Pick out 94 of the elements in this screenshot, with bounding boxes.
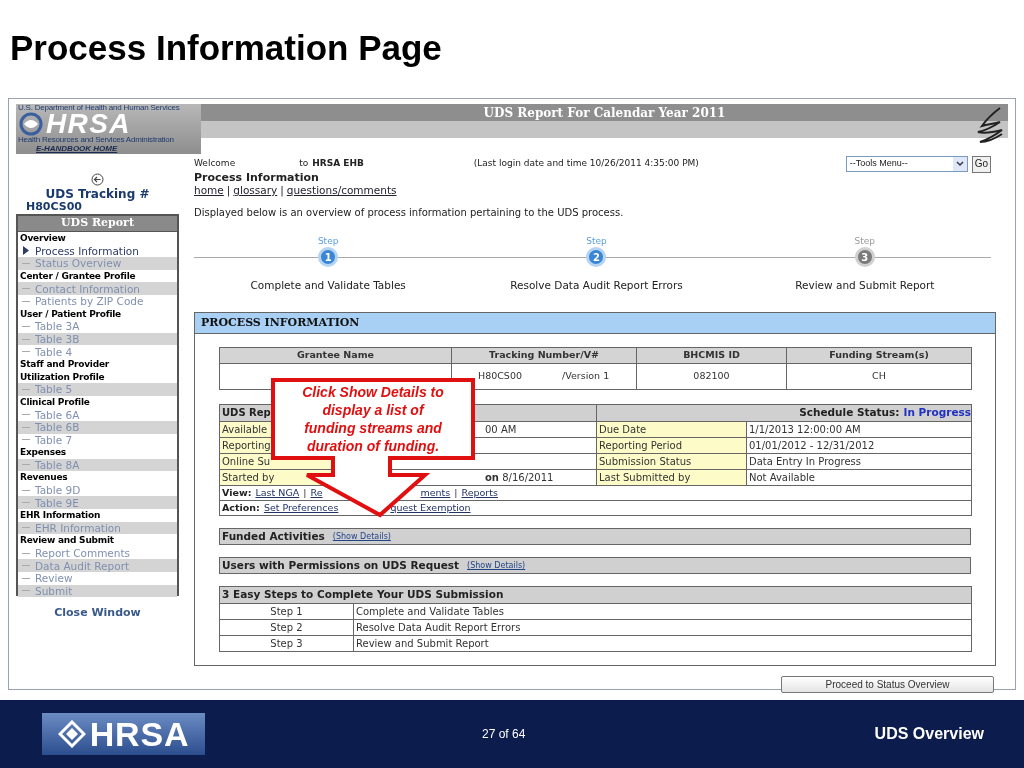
- table-cell: Not Available: [746, 469, 972, 486]
- table-cell: Step 3: [219, 635, 354, 652]
- tools-menu-select[interactable]: --Tools Menu--: [845, 156, 968, 172]
- slide-title: Process Information Page: [10, 27, 442, 69]
- footer-logo: HRSA: [42, 713, 205, 755]
- separator: |: [280, 184, 284, 197]
- handbook-home-link[interactable]: E-HANDBOOK HOME: [36, 144, 118, 153]
- column-header: Grantee Name: [219, 347, 452, 364]
- table-cell: 01/01/2012 - 12/31/2012: [746, 437, 972, 454]
- back-arrow-icon[interactable]: [91, 173, 104, 186]
- tracking-label: UDS Tracking #: [45, 187, 150, 201]
- table-cell: Data Entry In Progress: [746, 453, 972, 470]
- nav-group-title: EHR Information: [19, 509, 102, 522]
- welcome-text: to: [299, 157, 309, 171]
- action-label: Action:: [222, 501, 260, 515]
- step-number: 1: [318, 247, 339, 267]
- report-title: UDS Report For Calendar Year 2011: [483, 104, 726, 122]
- agency-subtitle: Health Resources and Services Administration: [18, 136, 174, 144]
- step-label: Resolve Data Audit Report Errors: [510, 279, 683, 292]
- agency-name: U.S. Department of Health and Human Services: [18, 104, 180, 112]
- tracking-number: H80CS00: [26, 201, 83, 213]
- report-link[interactable]: Last NGA: [255, 485, 300, 500]
- table-cell: CH: [786, 363, 972, 390]
- step-caption: Step: [317, 235, 339, 247]
- triangle-icon: [22, 246, 30, 256]
- step-number: 2: [586, 247, 607, 267]
- column-header: BHCMIS ID: [636, 347, 787, 364]
- report-link[interactable]: Re: [310, 485, 323, 500]
- dropdown-icon: [952, 157, 967, 171]
- report-link[interactable]: quest Exemption: [390, 501, 471, 516]
- nav-item[interactable]: Table 5: [18, 383, 177, 396]
- page-number: 27 of 64: [482, 726, 526, 743]
- nav-group-title: Clinical Profile: [19, 395, 91, 409]
- step-caption: Step: [586, 235, 607, 247]
- site-name: HRSA EHB: [312, 157, 364, 171]
- nav-group-title: Revenues: [19, 471, 69, 484]
- schedule-label: Schedule Status:: [799, 406, 900, 418]
- separator: |: [303, 485, 307, 500]
- nav-item[interactable]: Data Audit Report: [18, 559, 177, 573]
- step-caption: Step: [854, 235, 876, 247]
- table-cell: Complete and Validate Tables: [353, 603, 972, 620]
- show-details-link[interactable]: (Show Details): [467, 559, 526, 572]
- nav-group-title: Center / Grantee Profile: [19, 269, 137, 283]
- emblem-icon: [18, 112, 44, 136]
- tracking-number: H80CS00: [478, 370, 522, 382]
- section-title: Users with Permissions on UDS Request: [222, 557, 460, 573]
- nav-group-title: Expenses: [19, 446, 67, 459]
- table-cell: Resolve Data Audit Report Errors: [353, 619, 972, 636]
- nav-item[interactable]: EHR Information: [18, 521, 177, 535]
- emblem-icon: [57, 720, 86, 748]
- step-label: Review and Submit Report: [795, 279, 935, 292]
- close-window-link[interactable]: Close Window: [54, 605, 141, 622]
- table-cell: 1/1/2013 12:00:00 AM: [746, 421, 972, 438]
- step-label: Complete and Validate Tables: [250, 279, 406, 292]
- menu-title: UDS Report: [61, 215, 134, 232]
- nav-group-title: Review and Submit: [19, 534, 115, 547]
- nav-group-title: Staff and Provider Utilization Profile: [19, 357, 111, 384]
- nav-item[interactable]: Status Overview: [18, 257, 177, 270]
- go-button[interactable]: Go: [971, 155, 991, 173]
- column-header: Tracking Number/V#: [451, 347, 637, 364]
- schedule-status: In Progress: [903, 406, 971, 418]
- footer-title: UDS Overview: [874, 724, 984, 744]
- separator: |: [454, 485, 458, 500]
- table-cell: Review and Submit Report: [353, 635, 972, 652]
- view-label: View:: [222, 485, 252, 500]
- panel-title: PROCESS INFORMATION: [201, 314, 360, 331]
- report-link[interactable]: Reports: [461, 485, 498, 500]
- column-header: Funding Stream(s): [786, 347, 972, 364]
- step-number: 3: [854, 247, 875, 267]
- table-cell: Step 1: [219, 603, 354, 620]
- show-details-link[interactable]: (Show Details): [332, 530, 391, 543]
- report-link[interactable]: ments: [420, 485, 451, 500]
- description-text: Displayed below is an overview of process information pertaining to the UDS process.: [194, 207, 624, 219]
- separator: |: [226, 184, 231, 197]
- nav-item[interactable]: Table 9E: [18, 496, 177, 510]
- last-login-text: (Last login date and time 10/26/2011 4:35:00 PM): [473, 157, 699, 171]
- section-title: Funded Activities: [222, 528, 325, 544]
- nav-group-title: User / Patient Profile: [19, 307, 122, 321]
- callout-tooltip-text: Click Show Details to display a list of funding streams and duration of funding.: [301, 383, 445, 455]
- table-title: 3 Easy Steps to Complete Your UDS Submission: [219, 586, 972, 604]
- proceed-button[interactable]: Proceed to Status Overview: [781, 676, 994, 693]
- nav-item[interactable]: Contact Information: [18, 282, 177, 295]
- nav-group-title: Overview: [19, 232, 67, 245]
- nav-link[interactable]: home: [194, 184, 224, 197]
- version-text: /Version 1: [562, 370, 610, 382]
- table-cell: Step 2: [219, 619, 354, 636]
- report-link[interactable]: Set Preferences: [263, 501, 339, 516]
- page-heading: Process Information: [194, 172, 319, 184]
- nav-item[interactable]: Table 8A: [18, 458, 177, 472]
- table-cell: 082100: [636, 363, 787, 390]
- nav-link[interactable]: glossary: [233, 184, 278, 197]
- nav-link[interactable]: questions/comments: [286, 184, 397, 197]
- logo-text: HRSA: [46, 111, 131, 137]
- welcome-text: Welcome: [194, 157, 236, 171]
